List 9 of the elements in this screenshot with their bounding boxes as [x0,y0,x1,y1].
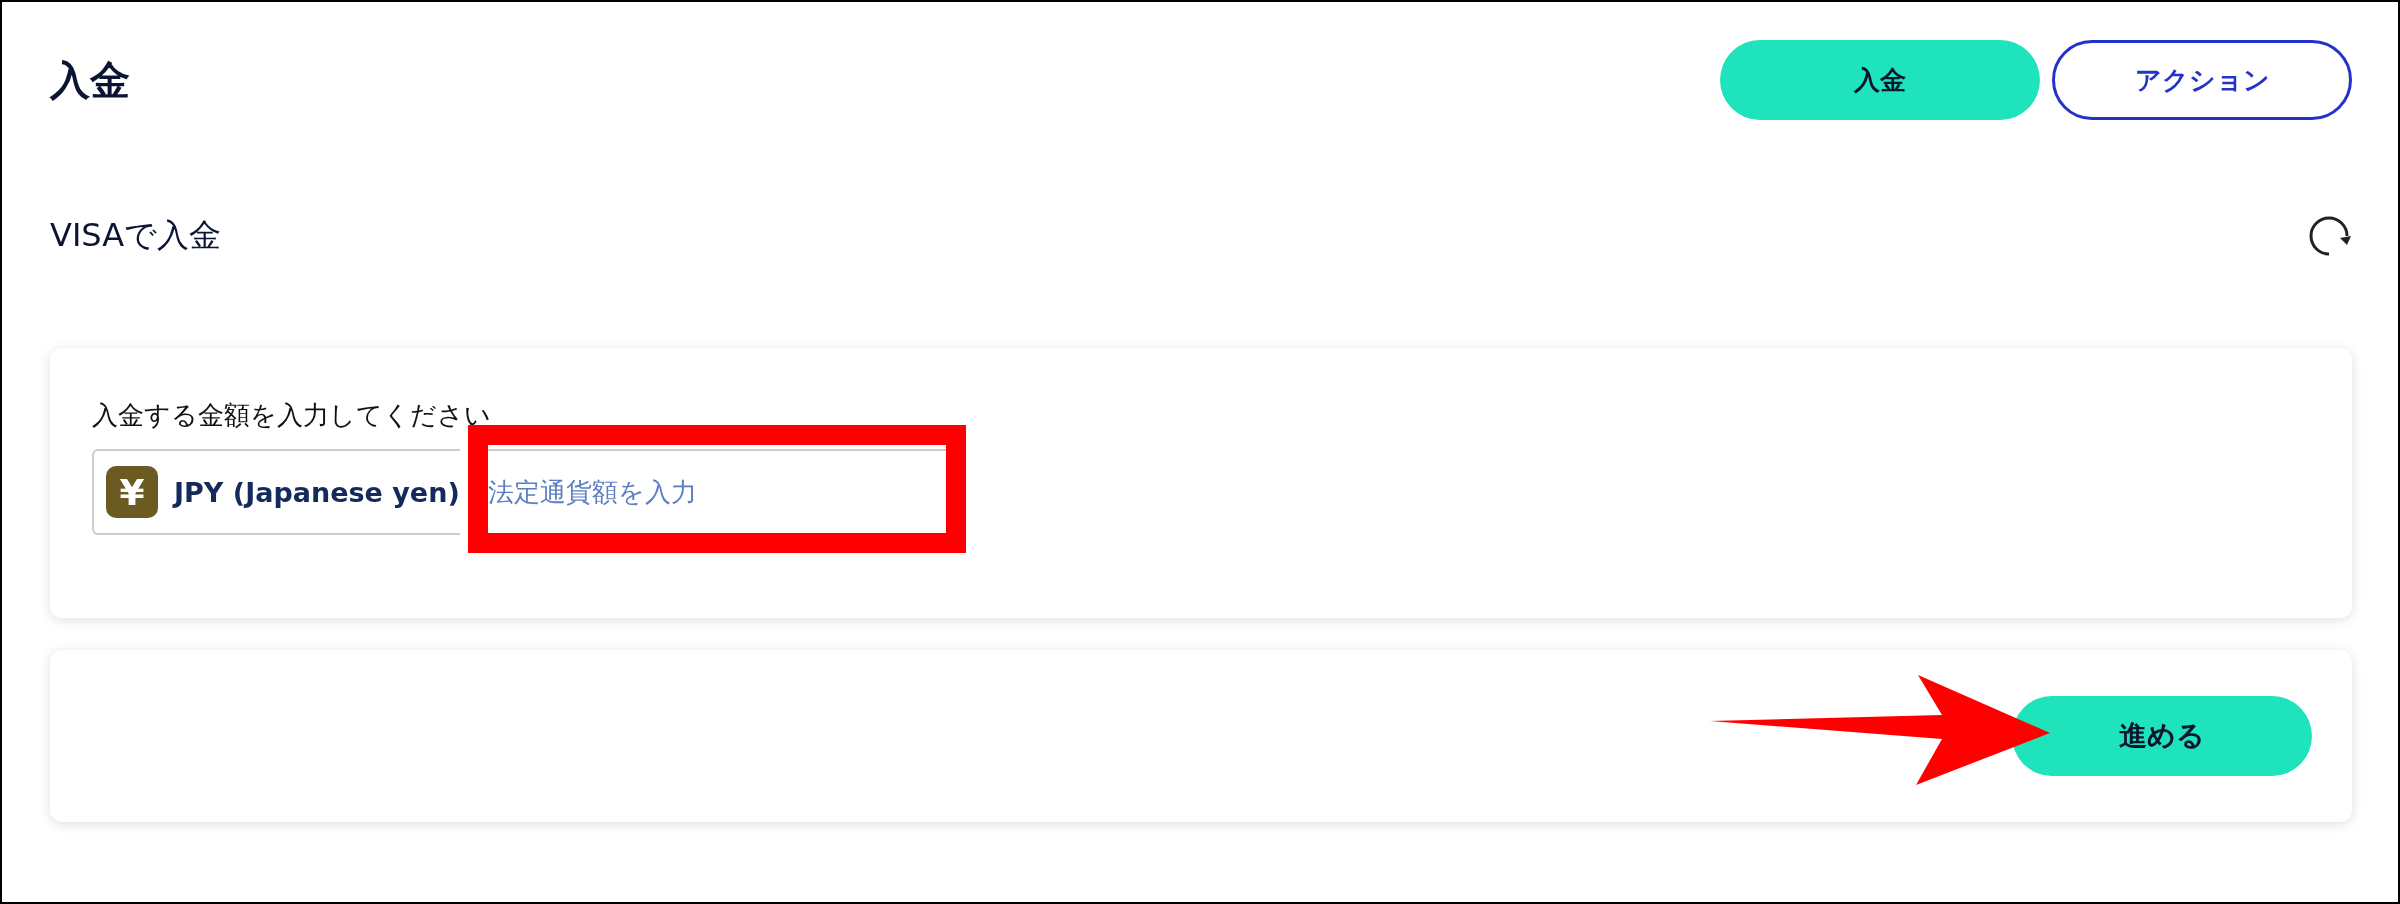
amount-label: 入金する金額を入力してください [92,399,492,432]
refresh-icon[interactable] [2308,215,2352,257]
action-button[interactable]: アクション [2052,40,2352,120]
proceed-button[interactable]: 進める [2012,696,2312,776]
deposit-button[interactable]: 入金 [1720,40,2040,120]
page-title: 入金 [50,55,130,105]
yen-icon: ¥ [106,466,158,518]
section-title: VISAで入金 [50,215,222,256]
currency-selector[interactable]: ¥ JPY (Japanese yen) [92,449,460,535]
